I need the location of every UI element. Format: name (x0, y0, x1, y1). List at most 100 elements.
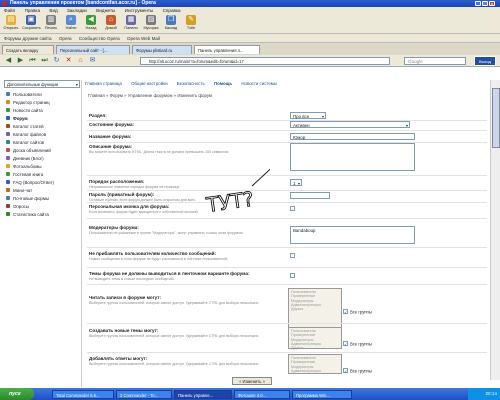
reply-all-groups-checkbox[interactable]: ✓ (343, 368, 348, 374)
sidebar-item-board[interactable]: Доска объявлений (6, 147, 82, 154)
divider (87, 202, 487, 203)
nav-settings-link[interactable]: Общие настройки (131, 81, 167, 86)
create-groups-listbox[interactable]: Пользователи Проверенные Модераторы Админис… (288, 327, 342, 350)
cascade-icon: ❐ (166, 15, 176, 25)
find-button[interactable]: ⌕ Найти (62, 15, 80, 30)
taskbar-item[interactable]: Total Commander 6.5... (52, 389, 114, 399)
rewind-icon[interactable]: ⏮ (28, 57, 37, 65)
tab-personal-site[interactable]: Персональный сайт - [... (56, 45, 130, 54)
minimize-button[interactable]: _ (475, 1, 481, 6)
personal-icon-checkbox[interactable] (290, 206, 295, 211)
scrollbar-thumb[interactable] (492, 88, 500, 148)
start-button[interactable]: пуск (0, 388, 34, 400)
sidebar-item-page-editor[interactable]: Редактор страниц (6, 99, 82, 106)
vertical-scrollbar[interactable] (490, 80, 500, 380)
forum-name-input[interactable]: Юмор (290, 133, 415, 140)
create-all-groups[interactable]: ✓ Все группы (343, 341, 372, 347)
nav-news-link[interactable]: Новости системы (241, 81, 277, 86)
bookmark-item[interactable]: Opera Web Mail (127, 36, 160, 41)
reply-groups-listbox[interactable]: Пользователи Проверенные Модераторы Админис… (288, 354, 342, 374)
bookmark-item[interactable]: Форумы дружие сайта (4, 36, 52, 41)
read-all-groups-checkbox[interactable]: ✓ (343, 309, 348, 315)
stop-icon[interactable]: ✕ (64, 57, 73, 65)
nav-help-link[interactable]: Помощь (214, 81, 232, 86)
menu-file[interactable]: Файл (4, 8, 15, 13)
print-button[interactable]: ▥ Печать (42, 15, 60, 30)
tab-control-panel[interactable]: Панель управления п... (194, 45, 260, 54)
no-count-hint: Новые сообщения в этом форуме не будут у… (89, 257, 229, 261)
trash-nav-icon[interactable]: ✉ (88, 57, 97, 65)
moderators-textarea[interactable]: Bandaboup (290, 226, 415, 244)
trash-button[interactable]: ▨ Мусорка (142, 15, 160, 30)
nav-home-link[interactable]: Главная страница (85, 81, 122, 86)
sidebar-item-news[interactable]: Новости сайта (6, 107, 82, 114)
toolbar-extra-button[interactable]: ✎ Tоlle (182, 15, 200, 30)
nav-security-link[interactable]: Безопасность (177, 81, 205, 86)
divider (87, 284, 487, 285)
poll-icon (6, 204, 10, 209)
sidebar-dropdown[interactable]: Дополнительные функции (4, 80, 80, 89)
order-select[interactable]: 1 (290, 179, 302, 187)
taskbar-item[interactable]: 2 Commander - To... (116, 389, 172, 399)
sidebar-item-guestbook[interactable]: Гостевая книга (6, 171, 82, 178)
save-forum-button[interactable]: « Изменить » (232, 377, 272, 385)
reply-all-groups[interactable]: ✓ Все группы (343, 368, 372, 374)
sidebar-item-files[interactable]: Каталог файлов (6, 131, 82, 138)
save-button[interactable]: ▣ Сохранить (22, 15, 41, 30)
fast-forward-icon[interactable]: ⏭ (40, 57, 49, 65)
no-count-checkbox[interactable] (290, 253, 295, 258)
close-button[interactable]: × (489, 1, 495, 6)
sidebar-item-mail-forms[interactable]: Почтовые формы (6, 195, 82, 202)
sidebar-item-photos[interactable]: Фотоальбомы (6, 163, 82, 170)
bookmark-item[interactable]: Opera (59, 36, 72, 41)
menu-edit[interactable]: Правка (25, 8, 41, 13)
sidebar-item-forum[interactable]: Форум (6, 115, 82, 122)
sidebar-item-articles[interactable]: Каталог статей (6, 123, 82, 130)
sidebar-item-sites[interactable]: Каталог сайтов (6, 139, 82, 146)
lite-checkbox[interactable] (290, 273, 295, 278)
description-textarea[interactable] (290, 143, 415, 171)
bookmark-item[interactable]: Сообщество Opera (79, 36, 120, 41)
sites-icon (6, 140, 10, 145)
taskbar-item[interactable]: Программа Win... (292, 389, 352, 399)
menu-help[interactable]: Справка (163, 8, 181, 13)
taskbar-item[interactable]: Фотошоп 4.0... (234, 389, 290, 399)
taskbar-item-active[interactable]: Панель управле... (174, 389, 232, 399)
cascade-button[interactable]: ❐ Каскад (162, 15, 180, 30)
sidebar-item-minichat[interactable]: Мини-чат (6, 187, 82, 194)
url-input[interactable]: http://alt.ucoz.ru/main/?a=forum&edit=fo… (140, 57, 390, 65)
new-tab-button[interactable]: Создать вкладку (2, 45, 54, 54)
sidebar-item-blog[interactable]: Дневник (Блог) (6, 155, 82, 162)
maximize-button[interactable]: □ (482, 1, 488, 6)
menu-tools[interactable]: Инструменты (125, 8, 154, 13)
section-select[interactable]: Про все (290, 112, 326, 120)
create-all-groups-checkbox[interactable]: ✓ (343, 341, 348, 347)
password-input[interactable] (290, 192, 330, 199)
panels-button[interactable]: ▦ Панели (122, 15, 140, 30)
reload-icon[interactable]: ↻ (52, 57, 61, 65)
back-icon[interactable]: ◀ (4, 57, 13, 65)
home-nav-icon[interactable]: ⌂ (76, 57, 85, 65)
read-all-groups[interactable]: ✓ Все группы (343, 309, 372, 315)
menu-widgets[interactable]: Виджеты (96, 8, 115, 13)
menu-bookmarks[interactable]: Закладки (67, 8, 87, 13)
address-bar: ◀ ▶ ⏮ ⏭ ↻ ✕ ⌂ ✉ http://alt.ucoz.ru/main/… (0, 55, 500, 67)
menu-view[interactable]: Вид (49, 8, 57, 13)
board-icon (6, 148, 10, 153)
logout-button[interactable]: Выход (474, 56, 496, 66)
tab-forums[interactable]: Форумы plistiard.ru (132, 45, 192, 54)
sidebar-item-stats[interactable]: Статистика сайта (6, 211, 82, 218)
search-input[interactable]: Google (404, 57, 466, 65)
trash-icon: ▨ (146, 15, 156, 25)
breadcrumb: Главная » Форум » Управление форумом » И… (88, 93, 213, 98)
forum-name-label: Название форума: (89, 134, 132, 139)
state-select[interactable]: Активен (290, 121, 410, 129)
sidebar-item-users[interactable]: Пользователи (6, 91, 82, 98)
handwritten-annotation: ТУТ? (204, 168, 270, 217)
back-button[interactable]: ◀ Назад (82, 15, 100, 30)
sidebar-item-faq[interactable]: FAQ (Вопрос/Ответ) (6, 179, 82, 186)
forward-icon[interactable]: ▶ (16, 57, 25, 65)
open-button[interactable]: ▤ Открыть (2, 15, 20, 30)
sidebar-item-polls[interactable]: Опросы (6, 203, 82, 210)
home-button[interactable]: ⌂ Домой (102, 15, 120, 30)
